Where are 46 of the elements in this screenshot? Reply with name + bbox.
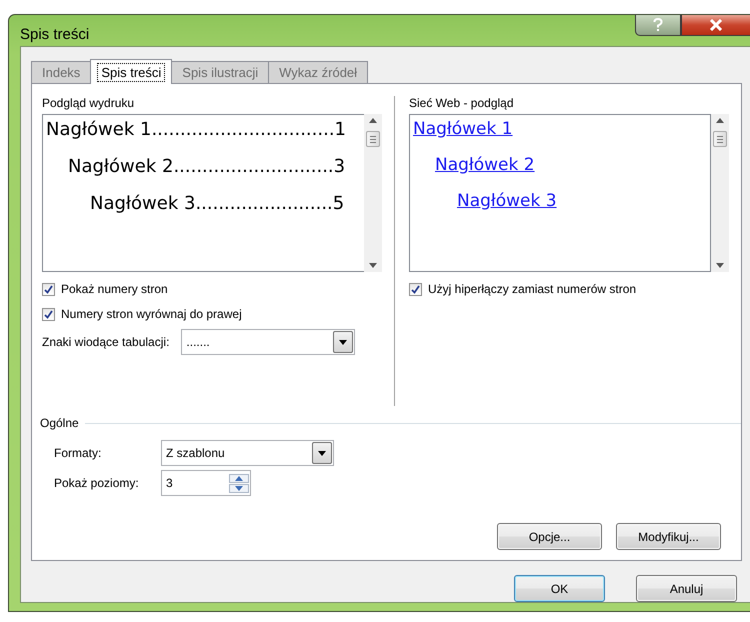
section-label: Sieć Web - podgląd xyxy=(409,96,515,112)
scroll-down-icon[interactable] xyxy=(369,263,377,268)
checkbox-label: Numery stron wyrównaj do prawej xyxy=(61,307,242,321)
window-title: Spis treści xyxy=(20,26,90,43)
section-label: Podgląd wydruku xyxy=(42,96,136,112)
close-icon xyxy=(709,19,723,31)
ok-button[interactable]: OK xyxy=(514,575,605,602)
field-label: Pokaż poziomy: xyxy=(54,476,140,490)
options-button[interactable]: Opcje... xyxy=(497,523,602,550)
toc-entry: Nagłówek 3........................5 xyxy=(90,193,344,214)
spin-up-icon[interactable] xyxy=(229,474,249,482)
group-title: Ogólne xyxy=(40,416,79,430)
tab[interactable]: Spis treści xyxy=(90,59,172,84)
scrollbar-thumb[interactable] xyxy=(366,131,380,147)
scrollbar[interactable] xyxy=(711,114,729,272)
scrollbar[interactable] xyxy=(364,114,382,272)
field-label: Znaki wiodące tabulacji: xyxy=(42,335,170,349)
spin-down-icon[interactable] xyxy=(229,484,249,492)
checkbox[interactable] xyxy=(42,308,55,320)
formats-dropdown[interactable]: Z szablonu xyxy=(161,440,334,466)
checkmark-icon xyxy=(44,284,53,294)
checkmark-icon xyxy=(44,310,53,318)
modify-button[interactable]: Modyfikuj... xyxy=(616,523,721,550)
leader-dropdown[interactable]: ....... xyxy=(181,329,356,355)
scroll-down-icon[interactable] xyxy=(716,263,724,268)
checkbox[interactable] xyxy=(42,282,55,296)
scroll-up-icon[interactable] xyxy=(369,118,377,123)
scrollbar-thumb[interactable] xyxy=(713,131,727,147)
toc-entry: Nagłówek 1................................1 xyxy=(46,119,346,140)
dropdown-arrow-icon xyxy=(339,340,348,344)
cancel-button[interactable]: Anuluj xyxy=(636,575,737,602)
levels-spinbox[interactable]: 3 xyxy=(161,470,251,496)
close-button[interactable] xyxy=(681,15,750,36)
help-button[interactable] xyxy=(635,15,681,36)
toc-link[interactable]: Nagłówek 3 xyxy=(457,191,557,211)
checkbox-label: Użyj hiperłączy zamiast numerów stron xyxy=(428,282,636,296)
toc-link[interactable]: Nagłówek 2 xyxy=(435,155,535,175)
help-icon xyxy=(653,18,663,32)
dropdown-arrow-icon xyxy=(318,450,326,456)
checkbox[interactable] xyxy=(409,282,422,296)
toc-entry: Nagłówek 2............................3 xyxy=(68,156,346,177)
checkbox-label: Pokaż numery stron xyxy=(61,282,168,296)
checkmark-icon xyxy=(411,284,420,294)
field-label: Formaty: xyxy=(54,446,102,460)
scroll-up-icon[interactable] xyxy=(716,118,724,123)
toc-link[interactable]: Nagłówek 1 xyxy=(413,119,513,139)
